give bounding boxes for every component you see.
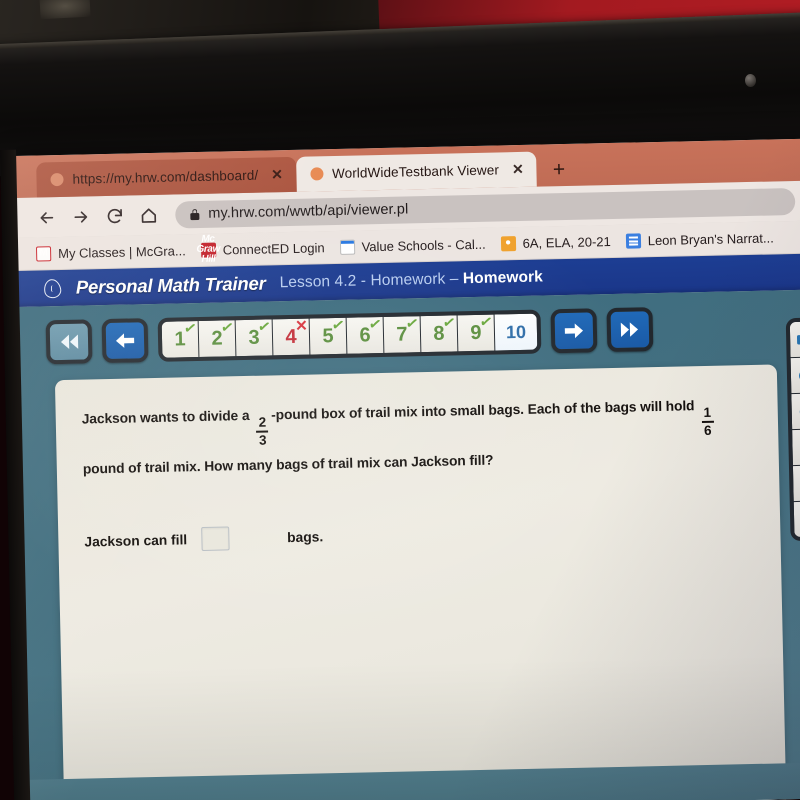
question-number-3[interactable]: 3 ✓ — [235, 317, 273, 357]
question-number-7[interactable]: 7 ✓ — [383, 314, 421, 353]
bookmark-6a-ela[interactable]: ● 6A, ELA, 20-21 — [498, 233, 623, 251]
incorrect-x-icon: ✕ — [295, 317, 308, 335]
home-button[interactable] — [131, 200, 166, 231]
tab-favicon — [50, 172, 64, 187]
mcgraw-hill-icon: Mc Graw Hill — [196, 233, 221, 265]
lesson-breadcrumb-prefix: Lesson 4.2 - Homework – — [279, 270, 464, 292]
question-number-label: 10 — [505, 321, 527, 342]
correct-check-icon: ✓ — [404, 314, 421, 334]
google-classroom-icon: ● — [500, 235, 516, 251]
question-text-part2: -pound box of trail mix into small bags.… — [270, 398, 695, 423]
answer-row: Jackson can fill bags. — [84, 515, 754, 554]
fraction-numerator: 1 — [703, 404, 712, 421]
app-body: 1 ✓ 2 ✓ 3 ✓ 4 ✕ 5 ✓ 6 ✓ 7 ✓ 8 ✓ 9 ✓ 10 J… — [17, 289, 800, 800]
new-tab-button[interactable]: + — [537, 158, 580, 187]
tool-rail: C — [785, 317, 800, 542]
tab-favicon — [309, 167, 324, 181]
mcgraw-m-icon: M — [35, 245, 52, 262]
forward-button[interactable] — [63, 201, 98, 232]
fraction-denominator: 3 — [258, 432, 267, 449]
question-number-6[interactable]: 6 ✓ — [346, 315, 384, 354]
correct-check-icon: ✓ — [367, 315, 384, 335]
tab-title: https://my.hrw.com/dashboard/ — [72, 167, 259, 187]
question-sheet: Jackson wants to divide a 2 3 -pound box… — [54, 364, 787, 800]
question-text-part1: Jackson wants to divide a — [81, 407, 250, 427]
question-number-1[interactable]: 1 ✓ — [161, 319, 199, 358]
correct-check-icon: ✓ — [330, 315, 347, 335]
lesson-breadcrumb-current: Homework — [462, 268, 544, 288]
app-brand-title: Personal Math Trainer — [75, 272, 266, 298]
question-number-5[interactable]: 5 ✓ — [309, 315, 347, 355]
previous-question-button[interactable] — [101, 318, 149, 364]
bookmark-label: My Classes | McGra... — [57, 242, 186, 261]
question-number-9[interactable]: 9 ✓ — [457, 312, 495, 352]
laptop-screen: https://my.hrw.com/dashboard/ ✕ WorldWid… — [14, 138, 800, 800]
question-number-list: 1 ✓ 2 ✓ 3 ✓ 4 ✕ 5 ✓ 6 ✓ 7 ✓ 8 ✓ 9 ✓ 10 — [157, 309, 542, 362]
google-calendar-icon: 9 — [339, 239, 355, 255]
tab-title: WorldWideTestbank Viewer — [331, 162, 500, 182]
last-question-button[interactable] — [606, 307, 654, 353]
bookmark-label: ConnectED Login — [222, 239, 325, 257]
fraction-one-sixth: 1 6 — [701, 404, 714, 439]
question-text-part3: pound of trail mix. How many bags of tra… — [82, 452, 494, 477]
bookmark-leon-bryans-narrative[interactable]: Leon Bryan's Narrat... — [624, 230, 787, 249]
correct-check-icon: ✓ — [256, 317, 273, 337]
question-number-8[interactable]: 8 ✓ — [420, 313, 458, 353]
question-text: Jackson wants to divide a 2 3 -pound box… — [81, 387, 753, 488]
correct-check-icon: ✓ — [182, 319, 199, 339]
background-smudge — [39, 0, 91, 20]
correct-check-icon: ✓ — [478, 312, 495, 332]
globe-tool-icon[interactable] — [790, 357, 800, 394]
bookmark-connected-login[interactable]: Mc Graw Hill ConnectED Login — [196, 233, 338, 265]
reload-button[interactable] — [97, 200, 132, 231]
answer-suffix-label: bags. — [286, 528, 324, 545]
first-question-button[interactable] — [45, 319, 93, 365]
next-question-button[interactable] — [550, 308, 598, 354]
correct-check-icon: ✓ — [219, 318, 236, 338]
back-button[interactable] — [29, 202, 64, 233]
fraction-denominator: 6 — [703, 423, 712, 439]
keyboard-tool-icon[interactable] — [789, 321, 800, 358]
lock-icon — [190, 208, 200, 220]
address-bar[interactable]: my.hrw.com/wwtb/api/viewer.pl — [175, 187, 796, 228]
tab-close-icon[interactable]: ✕ — [271, 166, 283, 183]
calculator-tool-icon[interactable] — [792, 429, 800, 466]
close-tool-icon[interactable] — [792, 465, 800, 502]
correct-check-icon: ✓ — [441, 313, 458, 333]
bookmark-my-classes[interactable]: M My Classes | McGra... — [30, 242, 199, 262]
photo-of-laptop-screen: https://my.hrw.com/dashboard/ ✕ WorldWid… — [0, 0, 800, 800]
fraction-two-thirds: 2 3 — [256, 414, 269, 449]
tab-close-icon[interactable]: ✕ — [512, 161, 524, 178]
question-number-2[interactable]: 2 ✓ — [198, 318, 236, 358]
fraction-numerator: 2 — [258, 414, 267, 430]
pmt-logo-icon — [42, 277, 63, 300]
answer-prefix-label: Jackson can fill — [84, 531, 188, 550]
answer-input[interactable] — [200, 526, 230, 552]
bookmark-value-schools[interactable]: 9 Value Schools - Cal... — [337, 236, 498, 255]
question-pager: 1 ✓ 2 ✓ 3 ✓ 4 ✕ 5 ✓ 6 ✓ 7 ✓ 8 ✓ 9 ✓ 10 — [45, 307, 654, 365]
bookmark-label: Value Schools - Cal... — [361, 236, 486, 254]
print-tool-icon[interactable] — [793, 501, 800, 538]
bookmark-label: 6A, ELA, 20-21 — [522, 233, 611, 251]
check-answer-tool-icon[interactable]: C — [791, 393, 800, 430]
lesson-breadcrumb: Lesson 4.2 - Homework – Homework — [279, 268, 543, 292]
google-docs-icon — [625, 232, 641, 249]
browser-tab-testbank-viewer[interactable]: WorldWideTestbank Viewer ✕ — [295, 151, 538, 192]
question-number-10[interactable]: 10 — [494, 313, 538, 351]
address-bar-url: my.hrw.com/wwtb/api/viewer.pl — [208, 201, 409, 222]
bookmark-label: Leon Bryan's Narrat... — [647, 229, 774, 248]
browser-tab-dashboard[interactable]: https://my.hrw.com/dashboard/ ✕ — [36, 156, 297, 198]
question-number-4[interactable]: 4 ✕ — [272, 317, 310, 356]
